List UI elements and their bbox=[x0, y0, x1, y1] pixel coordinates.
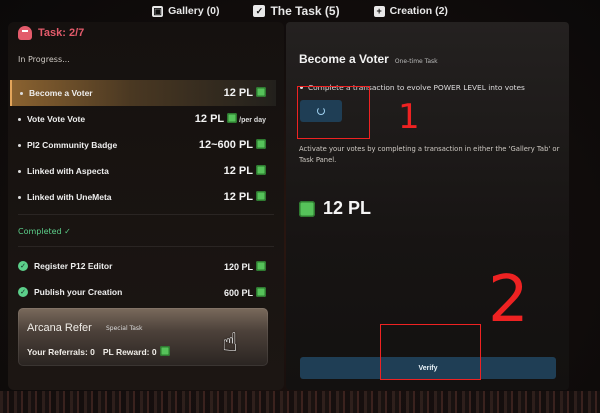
task-label: Pl2 Community Badge bbox=[27, 140, 118, 150]
bullet-icon bbox=[18, 117, 21, 121]
pl-token-icon bbox=[256, 139, 266, 149]
task-value-text: 12 PL bbox=[223, 87, 253, 99]
task-label: Publish your Creation bbox=[34, 287, 123, 297]
task-label: Become a Voter bbox=[29, 88, 93, 98]
arcana-refer-card[interactable]: Arcana Refer Special Task Your Referrals… bbox=[18, 308, 268, 366]
instruction-text: Activate your votes by completing a tran… bbox=[299, 145, 560, 164]
task-value-text: 12 PL bbox=[194, 113, 225, 125]
bullet-icon bbox=[18, 169, 21, 173]
pl-token-icon bbox=[159, 346, 170, 356]
task-value-text: 12~600 PL bbox=[198, 139, 253, 151]
pl-token-icon bbox=[299, 200, 315, 217]
tab-gallery[interactable]: ▣ Gallery (0) bbox=[152, 5, 219, 17]
annotation-number-1: 1 bbox=[398, 97, 420, 137]
image-icon: ▣ bbox=[152, 5, 164, 17]
completed-label: Completed ✓ bbox=[18, 227, 71, 236]
task-label: Vote Vote Vote bbox=[27, 114, 86, 124]
task-detail-title: Become a Voter bbox=[299, 52, 389, 66]
in-progress-label: In Progress... bbox=[18, 55, 70, 64]
bullet-icon bbox=[18, 195, 21, 199]
task-value-text: 12 PL bbox=[223, 165, 253, 177]
task-value-text: 12 PL bbox=[223, 191, 253, 203]
task-row-linked-unemeta[interactable]: Linked with UneMeta 12 PL bbox=[10, 184, 276, 210]
task-value: 120 PL bbox=[223, 260, 266, 272]
annotation-box-1 bbox=[297, 86, 370, 139]
task-row-register-editor[interactable]: ✓ Register P12 Editor 120 PL bbox=[10, 253, 276, 279]
refer-title: Arcana Refer bbox=[27, 322, 92, 334]
pl-reward: PL Reward: 0 bbox=[103, 346, 170, 357]
reward-value: 12 PL bbox=[323, 198, 372, 218]
task-value-text: 120 PL bbox=[223, 261, 253, 272]
tab-the-task[interactable]: ✓ The Task (5) bbox=[253, 4, 340, 18]
checkbox-icon: ✓ bbox=[253, 5, 266, 17]
task-row-linked-aspecta[interactable]: Linked with Aspecta 12 PL bbox=[10, 158, 276, 184]
bullet-icon bbox=[20, 91, 23, 95]
task-row-publish-creation[interactable]: ✓ Publish your Creation 600 PL bbox=[10, 279, 276, 305]
task-reward: 12 PL bbox=[299, 198, 371, 219]
tab-creation-label: Creation (2) bbox=[389, 5, 448, 17]
pl-token-icon bbox=[256, 260, 266, 271]
tab-creation[interactable]: + Creation (2) bbox=[373, 5, 448, 17]
task-count: Task: 2/7 bbox=[38, 27, 85, 39]
task-value: 12 PL bbox=[224, 191, 266, 203]
hand-pointer-icon: ☝ bbox=[222, 328, 238, 358]
background-noise bbox=[0, 391, 600, 413]
task-label: Register P12 Editor bbox=[34, 261, 113, 271]
bullet-icon bbox=[18, 143, 21, 147]
check-circle-icon: ✓ bbox=[18, 261, 28, 271]
task-value: 600 PL bbox=[223, 286, 266, 298]
plus-square-icon: + bbox=[373, 5, 385, 17]
pl-token-icon bbox=[256, 87, 266, 97]
task-row-become-a-voter[interactable]: Become a Voter 12 PL bbox=[10, 80, 276, 106]
task-row-community-badge[interactable]: Pl2 Community Badge 12~600 PL bbox=[10, 132, 276, 158]
task-label: Linked with Aspecta bbox=[27, 166, 109, 176]
per-day-text: /per day bbox=[239, 117, 266, 124]
annotation-number-2: 2 bbox=[488, 263, 529, 337]
refer-tag: Special Task bbox=[106, 325, 143, 332]
divider bbox=[18, 246, 274, 247]
task-detail-header: Become a Voter One-time Task bbox=[299, 52, 438, 66]
top-tab-bar: ▣ Gallery (0) ✓ The Task (5) + Creation … bbox=[0, 0, 600, 22]
tab-gallery-label: Gallery (0) bbox=[168, 5, 220, 17]
pl-reward-text: PL Reward: 0 bbox=[102, 347, 157, 357]
pl-token-icon bbox=[227, 113, 238, 123]
task-header: Task: 2/7 bbox=[18, 26, 84, 40]
task-value: 12 PL bbox=[224, 165, 266, 177]
annotation-box-2 bbox=[380, 324, 481, 380]
divider bbox=[18, 214, 274, 215]
pl-token-icon bbox=[256, 191, 266, 201]
referrals-count: Your Referrals: 0 bbox=[27, 346, 95, 357]
robot-icon bbox=[18, 26, 32, 40]
check-circle-icon: ✓ bbox=[18, 287, 28, 297]
task-value: 12~600 PL bbox=[199, 139, 266, 151]
tab-the-task-label: The Task (5) bbox=[270, 4, 340, 18]
pl-token-icon bbox=[256, 165, 266, 175]
refer-stats: Your Referrals: 0 PL Reward: 0 bbox=[27, 346, 170, 357]
task-row-vote-vote-vote[interactable]: Vote Vote Vote 12 PL/per day bbox=[10, 106, 276, 132]
task-value-text: 600 PL bbox=[223, 287, 253, 298]
task-type-tag: One-time Task bbox=[394, 58, 438, 65]
task-label: Linked with UneMeta bbox=[27, 192, 112, 202]
task-value: 12 PL/per day bbox=[195, 113, 266, 125]
pl-token-icon bbox=[256, 286, 266, 297]
task-value: 12 PL bbox=[224, 87, 266, 99]
